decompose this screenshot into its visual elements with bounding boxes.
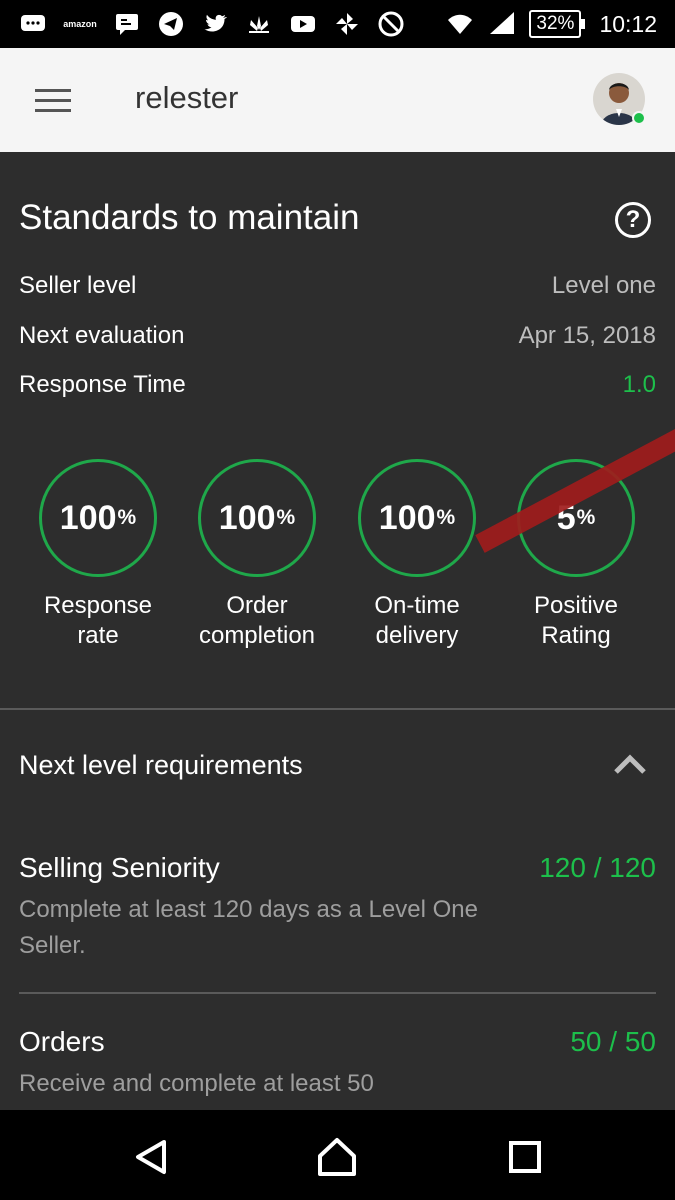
amazon-icon: amazon bbox=[62, 9, 98, 39]
app-title: relester bbox=[135, 80, 239, 115]
stat-label-line2: completion bbox=[198, 622, 316, 649]
stat-unit: % bbox=[276, 506, 296, 529]
requirement-header: Orders 50 / 50 bbox=[19, 1026, 656, 1058]
section-title: Standards to maintain bbox=[19, 198, 360, 237]
avatar[interactable] bbox=[593, 73, 646, 125]
response-time-label: Response Time bbox=[19, 371, 186, 398]
stat-label-line2: rate bbox=[77, 622, 119, 649]
requirement-name: Selling Seniority bbox=[19, 852, 220, 883]
response-time-value: 1.0 bbox=[622, 371, 656, 398]
stat-unit: % bbox=[436, 506, 456, 529]
help-icon[interactable]: ? bbox=[615, 202, 651, 238]
seller-level-label: Seller level bbox=[19, 272, 137, 299]
stat-label-line1: Order bbox=[226, 592, 288, 619]
response-time-row: Response Time 1.0 bbox=[19, 371, 656, 399]
back-icon[interactable] bbox=[126, 1132, 176, 1182]
amazon-text: amazon bbox=[63, 19, 97, 29]
youtube-icon bbox=[288, 9, 318, 39]
requirement-progress: 50 / 50 bbox=[570, 1026, 656, 1057]
stat-on-time-delivery: 100% On-time delivery bbox=[337, 459, 497, 651]
recents-icon[interactable] bbox=[500, 1132, 550, 1182]
blocked-icon bbox=[376, 9, 406, 39]
requirement-progress: 120 / 120 bbox=[539, 852, 656, 883]
stat-label-line2: Rating bbox=[541, 622, 611, 649]
chevron-up-icon[interactable] bbox=[612, 750, 648, 780]
requirement-description: Receive and complete at least 50 bbox=[19, 1070, 374, 1097]
next-evaluation-row: Next evaluation Apr 15, 2018 bbox=[19, 322, 656, 350]
stat-label-line1: On-time bbox=[374, 592, 460, 619]
lotus-icon bbox=[244, 9, 274, 39]
online-status-dot bbox=[632, 111, 646, 125]
stat-unit: % bbox=[117, 506, 137, 529]
clock: 10:12 bbox=[599, 10, 657, 37]
stat-response-rate: 100% Response rate bbox=[18, 459, 178, 651]
requirement-header: Selling Seniority 120 / 120 bbox=[19, 852, 656, 884]
stat-label-line1: Response bbox=[43, 592, 153, 619]
stat-label: Positive Rating bbox=[496, 591, 656, 651]
seller-level-value: Level one bbox=[551, 272, 656, 299]
stat-ring: 100% bbox=[39, 459, 157, 577]
stat-value: 100 bbox=[378, 498, 436, 537]
twitter-icon bbox=[200, 9, 230, 39]
requirement-description: Complete at least 120 days as a Level On… bbox=[19, 896, 478, 959]
stat-label: On-time delivery bbox=[337, 591, 497, 651]
status-bar: amazon 32% 10:12 bbox=[0, 0, 675, 48]
stat-label-line2: delivery bbox=[375, 622, 459, 649]
pinwheel-icon bbox=[332, 9, 362, 39]
stat-label-line1: Positive bbox=[533, 592, 619, 619]
stat-value: 100 bbox=[218, 498, 276, 537]
telegram-icon bbox=[156, 9, 186, 39]
home-icon[interactable] bbox=[312, 1132, 362, 1182]
signal-icon bbox=[487, 9, 517, 39]
next-evaluation-value: Apr 15, 2018 bbox=[518, 322, 656, 349]
seller-level-row: Seller level Level one bbox=[19, 272, 656, 300]
stat-unit: % bbox=[576, 506, 596, 529]
system-status: 32% 10:12 bbox=[445, 0, 657, 48]
section-divider bbox=[0, 708, 675, 710]
next-level-title: Next level requirements bbox=[19, 750, 303, 780]
stat-label: Response rate bbox=[18, 591, 178, 651]
notification-icons: amazon bbox=[18, 0, 406, 48]
stat-value: 100 bbox=[59, 498, 117, 537]
battery-indicator: 32% bbox=[529, 10, 586, 38]
stat-order-completion: 100% Order completion bbox=[177, 459, 337, 651]
requirement-item: Selling Seniority 120 / 120 Complete at … bbox=[19, 852, 656, 964]
requirement-item: Orders 50 / 50 Receive and complete at l… bbox=[19, 1026, 656, 1102]
stat-ring: 100% bbox=[198, 459, 316, 577]
wifi-icon bbox=[445, 9, 475, 39]
app-bar: relester bbox=[0, 48, 675, 152]
main-content: Standards to maintain ? Seller level Lev… bbox=[0, 152, 675, 1110]
requirement-name: Orders bbox=[19, 1026, 105, 1057]
chat-bubble-icon bbox=[18, 9, 48, 39]
navigation-bar bbox=[0, 1110, 675, 1200]
hamburger-icon[interactable] bbox=[35, 89, 71, 113]
requirement-divider bbox=[19, 992, 656, 994]
next-evaluation-label: Next evaluation bbox=[19, 322, 185, 349]
stat-ring: 100% bbox=[358, 459, 476, 577]
stat-label: Order completion bbox=[177, 591, 337, 651]
message-icon bbox=[112, 9, 142, 39]
